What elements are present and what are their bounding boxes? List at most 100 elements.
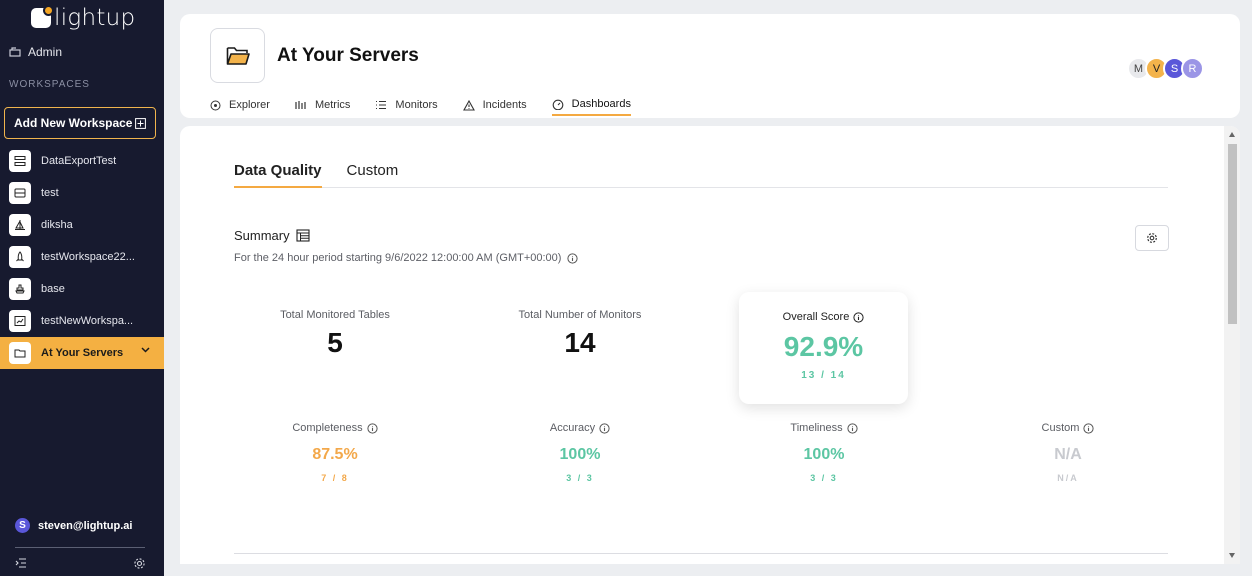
tab-monitors[interactable]: Monitors <box>375 94 438 116</box>
tab-metrics[interactable]: Metrics <box>295 94 350 116</box>
stat-total-tables: Total Monitored Tables 5 <box>255 309 415 359</box>
workspace-icon-box <box>210 28 265 83</box>
dimension-fraction: 3 / 3 <box>566 473 594 483</box>
tab-incidents[interactable]: Incidents <box>462 94 527 116</box>
dimension-label: Completeness <box>292 422 363 434</box>
info-icon[interactable] <box>1083 422 1095 434</box>
sailboat-icon <box>9 214 31 236</box>
scroll-thumb[interactable] <box>1228 144 1237 324</box>
warning-icon <box>462 99 475 111</box>
tab-custom[interactable]: Custom <box>347 159 399 188</box>
tab-data-quality[interactable]: Data Quality <box>234 159 322 188</box>
overall-score-label: Overall Score <box>782 311 850 323</box>
tab-label: Incidents <box>482 99 527 111</box>
tab-explorer[interactable]: Explorer <box>210 94 270 116</box>
folder-icon <box>9 342 31 364</box>
summary-title: Summary <box>234 228 290 243</box>
gear-icon[interactable] <box>133 557 146 570</box>
rocket-icon <box>9 246 31 268</box>
scroll-down-arrow-icon[interactable] <box>1229 553 1235 558</box>
dimension-value: 87.5% <box>312 446 358 463</box>
chart-window-icon <box>9 310 31 332</box>
admin-icon <box>9 47 21 57</box>
stat-total-monitors: Total Number of Monitors 14 <box>500 309 660 359</box>
workspace-item-test[interactable]: test <box>0 177 164 209</box>
dimension-accuracy[interactable]: Accuracy 100% 3 / 3 <box>490 422 670 483</box>
workspace-item-label: testNewWorkspa... <box>41 315 134 327</box>
add-icon <box>135 117 146 129</box>
add-new-workspace-button[interactable]: Add New Workspace <box>4 107 156 139</box>
ship-icon <box>9 278 31 300</box>
workspace-item-diksha[interactable]: diksha <box>0 209 164 241</box>
admin-label: Admin <box>28 45 63 59</box>
avatar: S <box>15 518 30 533</box>
chevron-down-icon[interactable] <box>141 347 150 353</box>
workspace-header: At Your Servers M V S R Explorer Metrics… <box>180 14 1240 118</box>
tab-label: Metrics <box>314 99 351 111</box>
workspaces-heading: WORKSPACES <box>9 79 90 90</box>
workspace-item-label: DataExportTest <box>41 155 117 167</box>
stat-value: 14 <box>564 327 596 358</box>
summary-period: For the 24 hour period starting 9/6/2022… <box>234 252 562 264</box>
summary-subtitle: For the 24 hour period starting 9/6/2022… <box>234 252 579 264</box>
logo-text: lightup <box>54 5 136 31</box>
metrics-icon <box>295 101 306 109</box>
folder-icon <box>226 46 250 65</box>
info-icon[interactable] <box>367 422 378 434</box>
list-icon <box>376 100 387 110</box>
dimension-fraction: 3 / 3 <box>810 473 838 483</box>
admin-link[interactable]: Admin <box>9 45 62 59</box>
tab-label: Explorer <box>229 99 270 111</box>
dimension-timeliness[interactable]: Timeliness 100% 3 / 3 <box>734 422 914 483</box>
workspace-item-label: diksha <box>41 219 73 231</box>
dimension-completeness[interactable]: Completeness 87.5% 7 / 8 <box>245 422 425 483</box>
workspace-item-label: At Your Servers <box>41 347 124 359</box>
dimension-label: Custom <box>1041 422 1080 434</box>
sidebar-divider <box>15 547 145 548</box>
tab-dashboards[interactable]: Dashboards <box>551 94 631 116</box>
summary-settings-button[interactable] <box>1135 225 1169 251</box>
info-icon[interactable] <box>599 422 610 434</box>
collapse-sidebar-icon[interactable] <box>15 557 27 569</box>
overall-score-card: Overall Score 92.9% 13 / 14 <box>739 292 908 404</box>
overall-score-label-row: Overall Score <box>739 311 908 323</box>
dashboard-panel: Data Quality Custom Summary For the 24 h… <box>180 126 1240 564</box>
stat-label: Total Monitored Tables <box>280 309 390 321</box>
tab-label: Dashboards <box>571 98 631 110</box>
workspace-item-base[interactable]: base <box>0 273 164 305</box>
dimension-fraction: N/A <box>1057 473 1079 483</box>
lightup-logo[interactable]: lightup <box>31 4 135 32</box>
stat-value: 5 <box>327 327 343 358</box>
dimension-value: 100% <box>803 446 845 463</box>
dimension-value: 100% <box>559 446 601 463</box>
scroll-up-arrow-icon[interactable] <box>1229 132 1235 137</box>
workspace-item-testnewworkspace[interactable]: testNewWorkspa... <box>0 305 164 337</box>
info-icon[interactable] <box>567 252 579 264</box>
workspace-item-label: test <box>41 187 59 199</box>
explorer-icon <box>210 100 221 110</box>
info-icon[interactable] <box>846 422 858 434</box>
dimension-custom[interactable]: Custom N/A N/A <box>978 422 1158 483</box>
server-stack-icon <box>9 150 31 172</box>
member-avatars[interactable]: M V S R <box>1127 57 1204 80</box>
logo-mark-icon <box>31 5 54 28</box>
table-icon[interactable] <box>296 229 310 242</box>
workspace-item-at-your-servers[interactable]: At Your Servers <box>0 337 164 369</box>
avatar[interactable]: R <box>1181 57 1204 80</box>
info-icon[interactable] <box>853 311 864 323</box>
workspace-list: DataExportTest test diksha testWorkspace… <box>0 145 164 369</box>
add-new-workspace-label: Add New Workspace <box>14 116 133 130</box>
workspace-item-testworkspace22[interactable]: testWorkspace22... <box>0 241 164 273</box>
dashboard-subtabs: Data Quality Custom <box>234 159 1168 188</box>
user-email: steven@lightup.ai <box>38 519 133 532</box>
overall-score-value: 92.9% <box>783 331 864 362</box>
workspace-item-dataexporttest[interactable]: DataExportTest <box>0 145 164 177</box>
workspace-item-label: testWorkspace22... <box>41 251 135 263</box>
sidebar: lightup Admin WORKSPACES Add New Workspa… <box>0 0 164 576</box>
vertical-scrollbar[interactable] <box>1224 126 1240 564</box>
page-title: At Your Servers <box>277 45 419 66</box>
server-icon <box>9 182 31 204</box>
overall-score-fraction: 13 / 14 <box>801 370 846 381</box>
user-profile[interactable]: S steven@lightup.ai <box>15 518 132 533</box>
summary-heading: Summary <box>234 228 310 243</box>
